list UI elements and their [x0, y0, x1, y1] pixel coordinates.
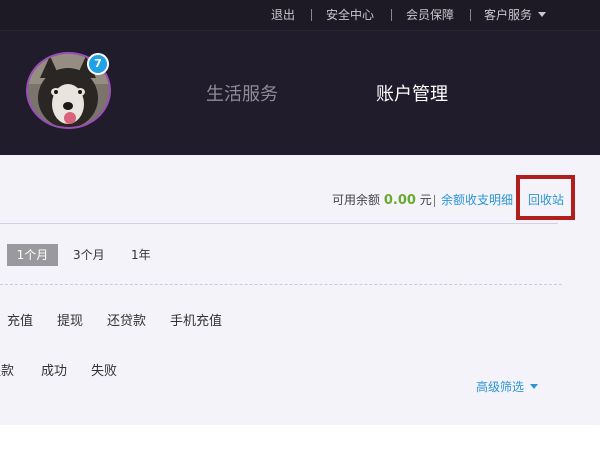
filter-type-withdraw[interactable]: 提现 [57, 314, 83, 330]
filter-status-failed[interactable]: 失败 [91, 364, 117, 380]
divider [470, 9, 471, 21]
period-1-year[interactable]: 1年 [131, 247, 151, 263]
section-divider [0, 223, 558, 224]
divider [434, 195, 435, 207]
period-1-month[interactable]: 1个月 [7, 244, 58, 266]
chevron-down-icon[interactable] [538, 12, 546, 17]
divider [311, 9, 312, 21]
security-center-link[interactable]: 安全中心 [326, 8, 374, 22]
dashed-divider [0, 284, 562, 285]
filter-status-success[interactable]: 成功 [41, 364, 67, 380]
notification-badge[interactable]: 7 [87, 53, 109, 75]
nav-account-management[interactable]: 账户管理 [376, 84, 448, 106]
balance-detail-link[interactable]: 余额收支明细 [441, 192, 513, 208]
nav-life-services[interactable]: 生活服务 [206, 84, 278, 106]
period-3-months[interactable]: 3个月 [73, 247, 105, 263]
highlight-box [516, 175, 575, 220]
logout-link[interactable]: 退出 [271, 8, 295, 22]
member-protection-link[interactable]: 会员保障 [406, 8, 454, 22]
account-header: 7 生活服务 账户管理 [0, 30, 600, 155]
balance-row: 可用余额 0.00 元 [332, 192, 432, 209]
balance-unit: 元 [419, 193, 432, 207]
main-content: 可用余额 0.00 元 余额收支明细 回收站 1个月 3个月 1年 充值 提现 … [0, 155, 600, 425]
customer-service-menu[interactable]: 客户服务 [484, 8, 532, 22]
filter-status-withdrawal[interactable]: 提款 [0, 364, 14, 380]
balance-label: 可用余额 [332, 193, 381, 207]
advanced-filter-link[interactable]: 高级筛选 [476, 379, 524, 395]
filter-type-loan-repayment[interactable]: 还贷款 [107, 314, 146, 330]
filter-type-recharge[interactable]: 充值 [7, 314, 33, 330]
top-bar: 退出 安全中心 会员保障 客户服务 [0, 0, 600, 30]
chevron-down-icon[interactable] [530, 384, 538, 389]
filter-type-mobile-recharge[interactable]: 手机充值 [170, 314, 222, 330]
divider [391, 9, 392, 21]
balance-amount: 0.00 [383, 193, 416, 208]
